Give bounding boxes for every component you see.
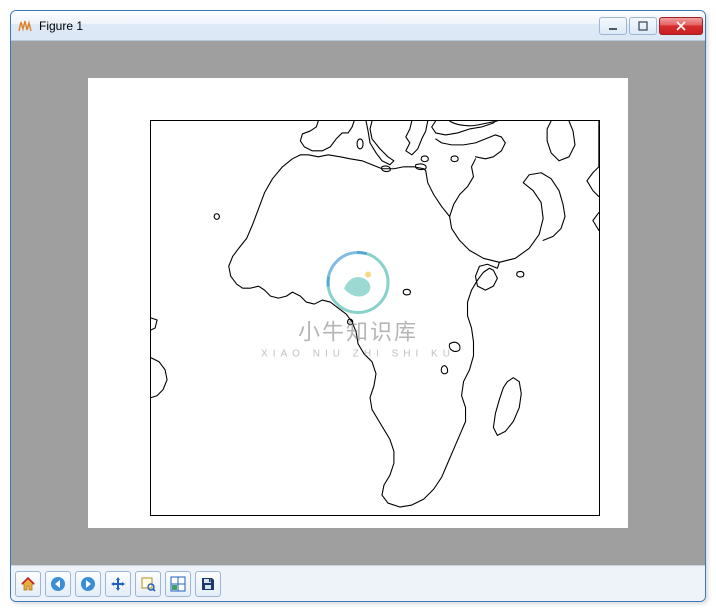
home-button[interactable]: [15, 571, 41, 597]
minimize-icon: [608, 21, 618, 31]
app-icon: [17, 18, 33, 34]
coastline-map: [151, 121, 599, 515]
maximize-icon: [638, 21, 648, 31]
window-controls: [599, 17, 703, 35]
save-icon: [200, 576, 216, 592]
forward-button[interactable]: [75, 571, 101, 597]
subplots-icon: [170, 576, 186, 592]
close-icon: [675, 21, 687, 31]
figure-canvas-area: 小牛知识库 XIAO NIU ZHI SHI KU: [11, 41, 705, 565]
plot-frame: 小牛知识库 XIAO NIU ZHI SHI KU: [88, 78, 628, 528]
title-bar[interactable]: Figure 1: [11, 11, 705, 41]
window-title: Figure 1: [39, 19, 599, 33]
minimize-button[interactable]: [599, 17, 627, 35]
pan-button[interactable]: [105, 571, 131, 597]
save-button[interactable]: [195, 571, 221, 597]
zoom-rect-icon: [140, 576, 156, 592]
move-icon: [110, 576, 126, 592]
zoom-button[interactable]: [135, 571, 161, 597]
figure-window: Figure 1: [10, 10, 706, 602]
arrow-left-icon: [50, 576, 66, 592]
subplots-button[interactable]: [165, 571, 191, 597]
home-icon: [20, 576, 36, 592]
navigation-toolbar: [11, 565, 705, 601]
back-button[interactable]: [45, 571, 71, 597]
arrow-right-icon: [80, 576, 96, 592]
close-button[interactable]: [659, 17, 703, 35]
map-axes[interactable]: [150, 120, 600, 516]
maximize-button[interactable]: [629, 17, 657, 35]
